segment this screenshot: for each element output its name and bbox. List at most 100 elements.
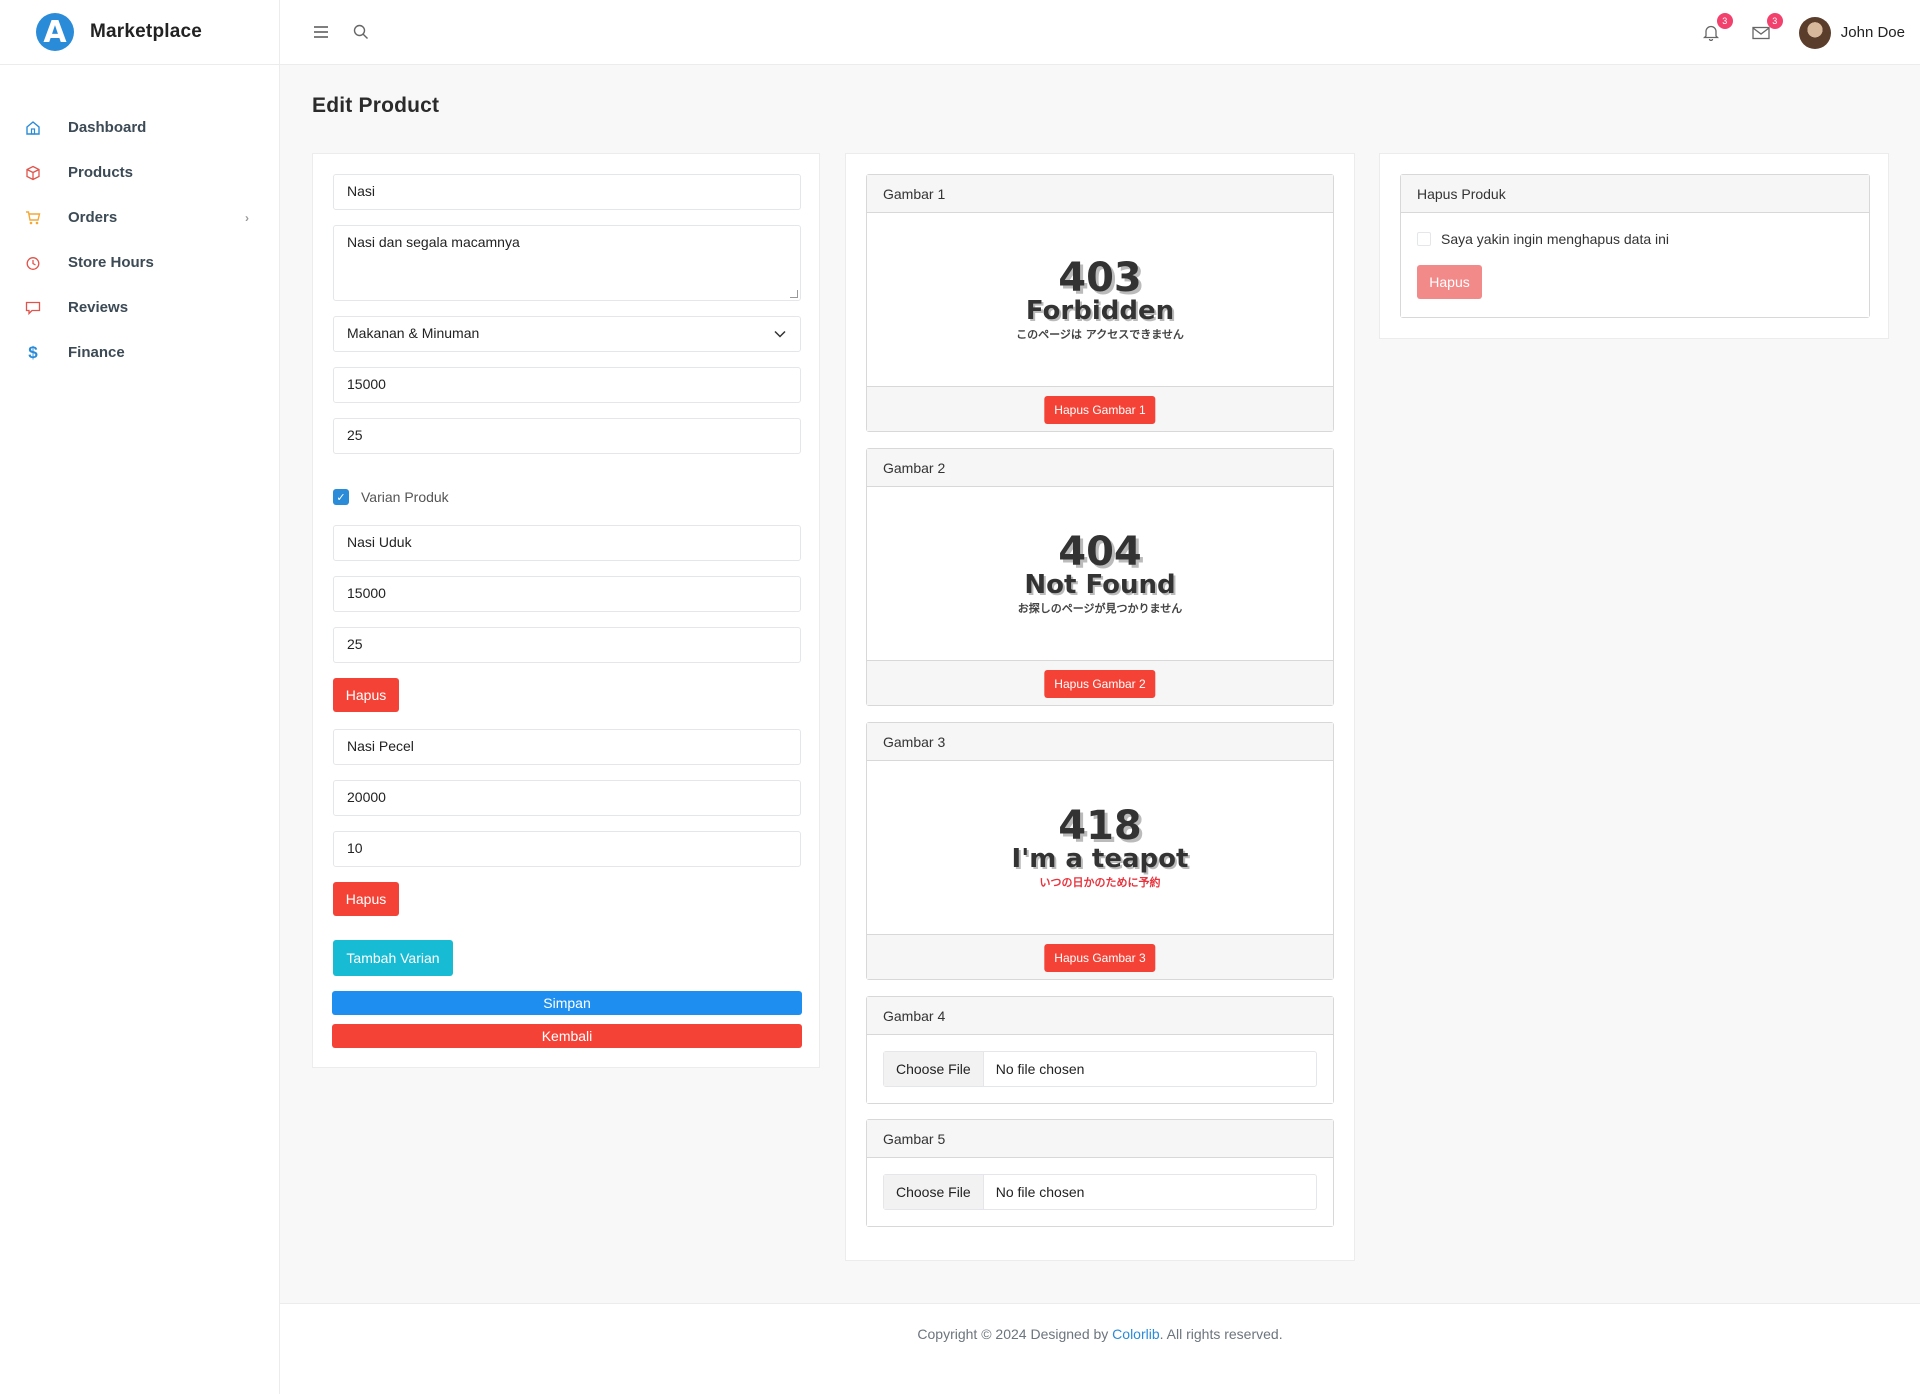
- art-code: 418: [1058, 802, 1142, 849]
- variant-stock-input[interactable]: 10: [333, 831, 801, 867]
- message-badge: 3: [1766, 12, 1783, 29]
- user-name[interactable]: John Doe: [1841, 24, 1905, 41]
- file-input-5[interactable]: Choose File No file chosen: [883, 1174, 1317, 1210]
- image-preview: 404 Not Found お探しのページが見つかりません: [867, 487, 1333, 660]
- image-panel-title: Gambar 1: [867, 175, 1333, 213]
- brand[interactable]: A Marketplace: [0, 0, 279, 65]
- variant-name-input[interactable]: Nasi Pecel: [333, 729, 801, 765]
- sidebar-item-reviews[interactable]: Reviews: [0, 285, 279, 330]
- footer-copyright: Copyright © 2024 Designed by: [917, 1326, 1113, 1342]
- image-panel-title: Gambar 4: [867, 997, 1333, 1035]
- category-selected-value: Makanan & Minuman: [347, 325, 480, 341]
- footer-link[interactable]: Colorlib: [1112, 1326, 1159, 1342]
- art-word: I'm a teapot: [1011, 843, 1189, 874]
- sidebar-item-store-hours[interactable]: Store Hours: [0, 240, 279, 285]
- image-panel-2: Gambar 2 404 Not Found お探しのページが見つかりません H…: [866, 448, 1334, 706]
- sidebar-item-label: Store Hours: [68, 254, 154, 271]
- delete-image-3-button[interactable]: Hapus Gambar 3: [1044, 944, 1156, 972]
- delete-variant-button[interactable]: Hapus: [333, 882, 399, 916]
- save-button[interactable]: Simpan: [332, 991, 802, 1015]
- art-sub: お探しのページが見つかりません: [1017, 601, 1183, 615]
- variant-checkbox[interactable]: ✓: [333, 489, 349, 505]
- delete-product-title: Hapus Produk: [1401, 175, 1869, 213]
- delete-product-panel: Hapus Produk Saya yakin ingin menghapus …: [1400, 174, 1870, 318]
- topbar-right: 3 3 John Doe: [1701, 0, 1905, 65]
- sidebar-item-orders[interactable]: Orders ›: [0, 195, 279, 240]
- variant-price-input[interactable]: 15000: [333, 576, 801, 612]
- sidebar-item-label: Orders: [68, 209, 118, 226]
- mail-icon: [1752, 26, 1770, 39]
- image-panel-footer: Hapus Gambar 1: [867, 386, 1333, 431]
- clock-icon: [24, 254, 42, 272]
- confirm-delete-row[interactable]: Saya yakin ingin menghapus data ini: [1417, 231, 1669, 247]
- stock-input[interactable]: 25: [333, 418, 801, 454]
- brand-name: Marketplace: [90, 21, 203, 42]
- main-content: Edit Product Nasi Nasi dan segala macamn…: [280, 65, 1920, 1303]
- add-variant-button[interactable]: Tambah Varian: [333, 940, 453, 976]
- price-input[interactable]: 15000: [333, 367, 801, 403]
- image-panel-footer: Hapus Gambar 2: [867, 660, 1333, 705]
- sidebar-item-label: Reviews: [68, 299, 129, 316]
- back-button[interactable]: Kembali: [332, 1024, 802, 1048]
- delete-image-2-button[interactable]: Hapus Gambar 2: [1044, 670, 1156, 698]
- delete-variant-button[interactable]: Hapus: [333, 678, 399, 712]
- file-upload-body: Choose File No file chosen: [867, 1035, 1333, 1103]
- sidebar-item-finance[interactable]: $ Finance: [0, 330, 279, 375]
- delete-product-button[interactable]: Hapus: [1417, 265, 1482, 299]
- product-description-input[interactable]: Nasi dan segala macamnya: [333, 225, 801, 301]
- image-panel-3: Gambar 3 418 I'm a teapot いつの日かのために予約 Ha…: [866, 722, 1334, 980]
- confirm-delete-checkbox[interactable]: [1417, 232, 1431, 246]
- sidebar-item-label: Finance: [68, 344, 125, 361]
- variant-stock-input[interactable]: 25: [333, 627, 801, 663]
- notifications-button[interactable]: 3: [1701, 12, 1733, 43]
- footer: Copyright © 2024 Designed by Colorlib. A…: [280, 1303, 1920, 1394]
- sidebar-item-dashboard[interactable]: Dashboard: [0, 105, 279, 150]
- dollar-icon: $: [28, 342, 38, 362]
- image-403-forbidden: 403 Forbidden このページは アクセスできません: [1016, 258, 1184, 342]
- image-panel-1: Gambar 1 403 Forbidden このページは アクセスできません …: [866, 174, 1334, 432]
- product-name-input[interactable]: Nasi: [333, 174, 801, 210]
- product-form-card: Nasi Nasi dan segala macamnya Makanan & …: [312, 153, 820, 1068]
- category-select[interactable]: Makanan & Minuman: [333, 316, 801, 352]
- confirm-delete-label: Saya yakin ingin menghapus data ini: [1441, 231, 1670, 247]
- variant-name-input[interactable]: Nasi Uduk: [333, 525, 801, 561]
- art-code: 403: [1058, 254, 1142, 301]
- file-status: No file chosen: [995, 1184, 1085, 1200]
- image-panel-4: Gambar 4 Choose File No file chosen: [866, 996, 1334, 1104]
- image-panel-footer: Hapus Gambar 3: [867, 934, 1333, 979]
- search-icon[interactable]: [352, 23, 370, 41]
- art-sub: このページは アクセスできません: [1016, 327, 1184, 341]
- sidebar-item-label: Products: [68, 164, 134, 181]
- bell-icon: [1702, 25, 1719, 41]
- home-icon: [24, 119, 42, 137]
- image-panel-title: Gambar 5: [867, 1120, 1333, 1158]
- hamburger-menu-icon[interactable]: [312, 23, 330, 41]
- avatar[interactable]: [1798, 16, 1831, 49]
- image-preview: 403 Forbidden このページは アクセスできません: [867, 213, 1333, 386]
- file-input-4[interactable]: Choose File No file chosen: [883, 1051, 1317, 1087]
- variant-price-input[interactable]: 20000: [333, 780, 801, 816]
- topbar: 3 3 John Doe: [280, 0, 1920, 65]
- messages-button[interactable]: 3: [1751, 12, 1783, 43]
- chat-icon: [24, 299, 42, 317]
- cart-icon: [24, 209, 42, 227]
- art-word: Not Found: [1024, 569, 1176, 600]
- sidebar-item-products[interactable]: Products: [0, 150, 279, 195]
- image-panel-title: Gambar 2: [867, 449, 1333, 487]
- footer-suffix: . All rights reserved.: [1159, 1326, 1283, 1342]
- resize-handle-icon[interactable]: [790, 290, 798, 298]
- image-418-teapot: 418 I'm a teapot いつの日かのために予約: [1012, 806, 1189, 890]
- variant-checkbox-row[interactable]: ✓ Varian Produk: [333, 489, 449, 505]
- choose-file-button[interactable]: Choose File: [884, 1175, 984, 1209]
- choose-file-button[interactable]: Choose File: [884, 1052, 984, 1086]
- sidebar-item-label: Dashboard: [68, 119, 147, 136]
- brand-logo: A: [36, 13, 74, 51]
- art-word: Forbidden: [1025, 295, 1175, 326]
- sidebar: A Marketplace Dashboard Products Orders …: [0, 0, 280, 1394]
- art-sub: いつの日かのために予約: [1039, 875, 1161, 889]
- delete-image-1-button[interactable]: Hapus Gambar 1: [1044, 396, 1156, 424]
- chevron-right-icon: ›: [245, 210, 249, 225]
- delete-product-card: Hapus Produk Saya yakin ingin menghapus …: [1379, 153, 1889, 339]
- sidebar-nav: Dashboard Products Orders › Store Hours: [0, 105, 279, 375]
- description-text: Nasi dan segala macamnya: [347, 234, 520, 250]
